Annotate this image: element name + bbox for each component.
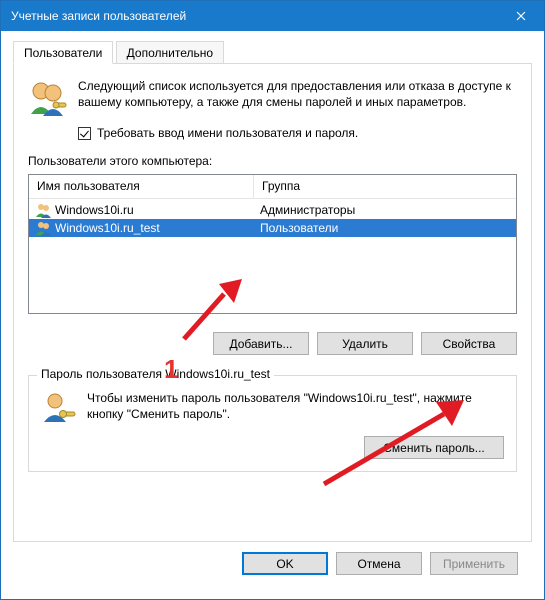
table-row[interactable]: Windows10i.ru Администраторы: [29, 201, 516, 219]
client-area: Пользователи Дополнительно Следующий спи…: [1, 31, 544, 599]
users-list-label: Пользователи этого компьютера:: [28, 154, 517, 168]
password-groupbox: Пароль пользователя Windows10i.ru_test Ч…: [28, 375, 517, 472]
table-row[interactable]: Windows10i.ru_test Пользователи: [29, 219, 516, 237]
user-name: Windows10i.ru_test: [55, 221, 160, 235]
tab-row: Пользователи Дополнительно: [13, 41, 532, 64]
apply-button[interactable]: Применить: [430, 552, 518, 575]
require-credentials-label: Требовать ввод имени пользователя и паро…: [97, 126, 358, 140]
close-icon: [516, 11, 526, 21]
change-password-button[interactable]: Сменить пароль...: [364, 436, 504, 459]
user-group: Администраторы: [254, 203, 516, 217]
col-group[interactable]: Группа: [254, 175, 516, 199]
require-credentials-row[interactable]: Требовать ввод имени пользователя и паро…: [78, 126, 517, 140]
password-group-legend: Пароль пользователя Windows10i.ru_test: [37, 367, 274, 381]
user-name: Windows10i.ru: [55, 203, 134, 217]
user-buttons-row: Добавить... Удалить Свойства: [28, 332, 517, 355]
users-keys-icon: [28, 78, 68, 118]
users-listview[interactable]: Имя пользователя Группа: [28, 174, 517, 314]
add-button[interactable]: Добавить...: [213, 332, 309, 355]
ok-button[interactable]: OK: [242, 552, 328, 575]
require-credentials-checkbox[interactable]: [78, 127, 91, 140]
tab-panel-users: Следующий список используется для предос…: [13, 64, 532, 542]
user-icon: [35, 202, 51, 218]
tab-users[interactable]: Пользователи: [13, 41, 113, 64]
intro-row: Следующий список используется для предос…: [28, 78, 517, 118]
listview-body: Windows10i.ru Администраторы: [29, 199, 516, 313]
properties-button[interactable]: Свойства: [421, 332, 517, 355]
titlebar: Учетные записи пользователей: [1, 1, 544, 31]
window-title: Учетные записи пользователей: [11, 9, 498, 23]
intro-text: Следующий список используется для предос…: [78, 78, 517, 118]
remove-button[interactable]: Удалить: [317, 332, 413, 355]
listview-header: Имя пользователя Группа: [29, 175, 516, 199]
close-button[interactable]: [498, 1, 544, 31]
dialog-buttons: OK Отмена Применить: [13, 542, 532, 589]
cancel-button[interactable]: Отмена: [336, 552, 422, 575]
password-message: Чтобы изменить пароль пользователя "Wind…: [87, 390, 504, 426]
user-group: Пользователи: [254, 221, 516, 235]
user-icon: [35, 220, 51, 236]
user-key-icon: [41, 390, 77, 426]
tab-advanced[interactable]: Дополнительно: [116, 41, 224, 64]
col-username[interactable]: Имя пользователя: [29, 175, 254, 199]
